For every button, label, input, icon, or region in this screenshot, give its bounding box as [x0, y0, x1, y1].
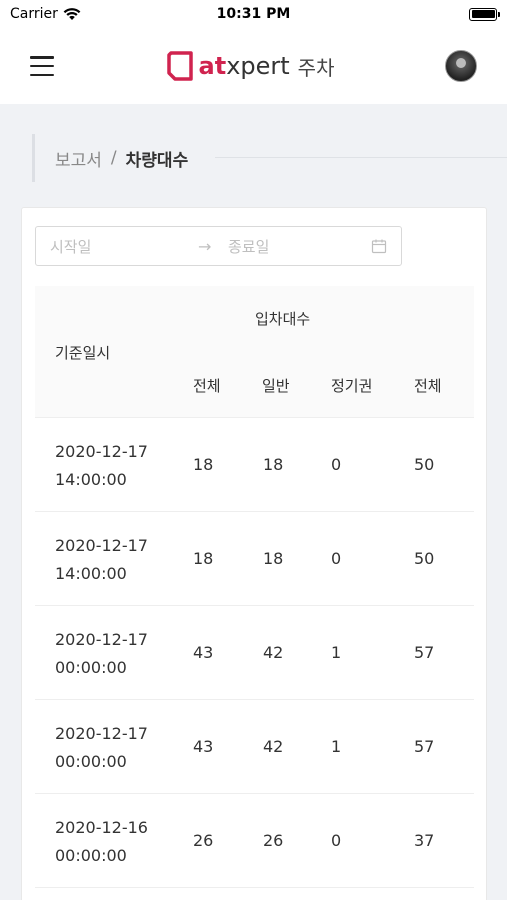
row-season: 0: [331, 831, 342, 850]
status-bar: Carrier 10:31 PM: [0, 0, 507, 28]
row-all: 37: [414, 831, 435, 850]
header-base-datetime: 기준일시: [55, 344, 111, 362]
row-general: 18: [263, 549, 284, 568]
table-row: 2020-12-17 00:00:00 43 42 1 57: [35, 606, 474, 700]
app-logo: atxpert 주차: [165, 49, 335, 83]
row-datetime: 2020-12-17 14:00:00: [55, 536, 148, 583]
logo-xpert: xpert: [226, 52, 290, 80]
breadcrumb-current: 차량대수: [125, 150, 189, 171]
header-total: 전체: [414, 377, 442, 395]
battery-icon: [469, 7, 500, 21]
row-datetime: 2020-12-16 00:00:00: [55, 818, 148, 865]
hamburger-menu-icon[interactable]: [30, 56, 54, 76]
table-row: 2020-12-16 00:00:00 26 26 0 37: [35, 794, 474, 888]
start-date-input[interactable]: 시작일: [50, 236, 198, 257]
row-season: 1: [331, 643, 342, 662]
row-all: 50: [414, 455, 435, 474]
row-general: 42: [263, 737, 284, 756]
logo-sub: 주차: [297, 55, 335, 80]
row-total: 18: [193, 455, 214, 474]
calendar-icon[interactable]: [371, 238, 387, 254]
logo-text: atxpert: [199, 52, 290, 80]
row-season: 1: [331, 737, 342, 756]
row-general: 42: [263, 643, 284, 662]
avatar[interactable]: [445, 50, 477, 82]
row-general: 26: [263, 831, 284, 850]
row-datetime: 2020-12-17 00:00:00: [55, 630, 148, 677]
row-all: 57: [414, 643, 435, 662]
row-datetime: 2020-12-17 14:00:00: [55, 442, 148, 489]
row-general: 18: [263, 455, 284, 474]
header-sub-total: 전체: [193, 377, 221, 395]
report-card: 시작일 → 종료일 기준일시 입차대수 전체 일반 정기권 전체 2020-12…: [21, 207, 487, 900]
breadcrumb-separator: /: [110, 148, 117, 168]
table-row: 2020-12-17 00:00:00 43 42 1 57: [35, 700, 474, 794]
table-row: 2020-12-17 14:00:00 18 18 0 50: [35, 512, 474, 606]
carrier-label: Carrier: [10, 6, 58, 22]
breadcrumb: 보고서 / 차량대수: [32, 134, 188, 182]
date-range-picker[interactable]: 시작일 → 종료일: [35, 226, 402, 266]
logo-mark-icon: [166, 51, 193, 81]
header-sub-general: 일반: [262, 377, 290, 395]
status-left: Carrier: [10, 6, 81, 22]
header-sub-season: 정기권: [331, 377, 373, 395]
row-total: 18: [193, 549, 214, 568]
logo-at: at: [198, 52, 227, 80]
row-season: 0: [331, 455, 342, 474]
app-header: atxpert 주차: [0, 28, 507, 104]
row-season: 0: [331, 549, 342, 568]
table-header: 기준일시 입차대수 전체 일반 정기권 전체: [35, 286, 474, 418]
breadcrumb-parent[interactable]: 보고서: [55, 146, 102, 171]
table-row: 2020-12-17 14:00:00 18 18 0 50: [35, 418, 474, 512]
row-total: 43: [193, 643, 214, 662]
breadcrumb-divider: [215, 157, 507, 158]
row-total: 26: [193, 831, 214, 850]
range-arrow-icon: →: [198, 236, 212, 256]
row-all: 50: [414, 549, 435, 568]
row-datetime: 2020-12-17 00:00:00: [55, 724, 148, 771]
row-all: 57: [414, 737, 435, 756]
wifi-icon: [63, 7, 81, 20]
row-total: 43: [193, 737, 214, 756]
end-date-input[interactable]: 종료일: [228, 236, 371, 257]
header-entry-count: 입차대수: [255, 310, 311, 328]
